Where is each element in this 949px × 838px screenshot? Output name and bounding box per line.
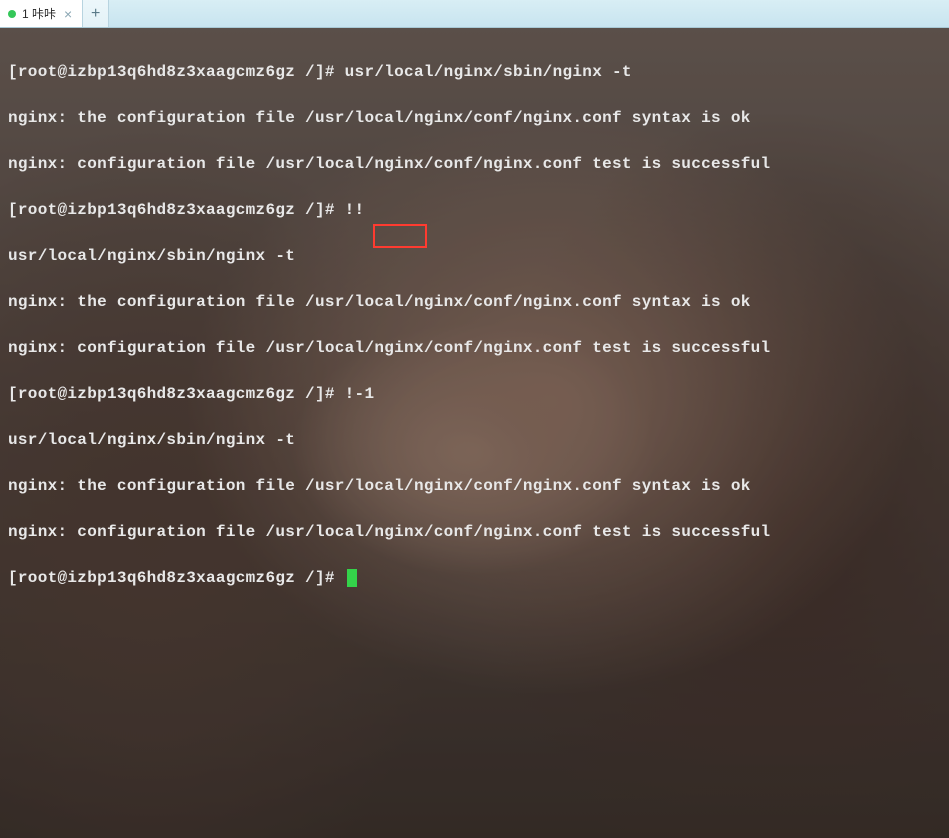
terminal-line: [root@izbp13q6hd8z3xaagcmz6gz /]# usr/lo…	[8, 61, 941, 84]
close-icon[interactable]: ×	[62, 7, 74, 21]
tab-bar: 1 咔咔 × +	[0, 0, 949, 28]
terminal-output: [root@izbp13q6hd8z3xaagcmz6gz /]# usr/lo…	[0, 28, 949, 646]
add-tab-button[interactable]: +	[83, 0, 109, 27]
terminal-pane[interactable]: [root@izbp13q6hd8z3xaagcmz6gz /]# usr/lo…	[0, 28, 949, 838]
terminal-line: nginx: configuration file /usr/local/ngi…	[8, 521, 941, 544]
terminal-line: nginx: the configuration file /usr/local…	[8, 291, 941, 314]
cursor-icon	[347, 569, 357, 587]
terminal-line: [root@izbp13q6hd8z3xaagcmz6gz /]# !-1	[8, 383, 941, 406]
terminal-line: usr/local/nginx/sbin/nginx -t	[8, 429, 941, 452]
terminal-line: nginx: configuration file /usr/local/ngi…	[8, 153, 941, 176]
terminal-line: [root@izbp13q6hd8z3xaagcmz6gz /]# !!	[8, 199, 941, 222]
terminal-prompt-line: [root@izbp13q6hd8z3xaagcmz6gz /]#	[8, 567, 941, 590]
app-window: 1 咔咔 × + [root@izbp13q6hd8z3xaagcmz6gz /…	[0, 0, 949, 838]
terminal-prompt-text: [root@izbp13q6hd8z3xaagcmz6gz /]#	[8, 569, 345, 587]
plus-icon: +	[91, 5, 101, 23]
tab-label: 1 咔咔	[22, 5, 56, 22]
terminal-line: usr/local/nginx/sbin/nginx -t	[8, 245, 941, 268]
terminal-line: nginx: configuration file /usr/local/ngi…	[8, 337, 941, 360]
status-dot-icon	[8, 10, 16, 18]
terminal-line: nginx: the configuration file /usr/local…	[8, 475, 941, 498]
terminal-line: nginx: the configuration file /usr/local…	[8, 107, 941, 130]
tab-session-1[interactable]: 1 咔咔 ×	[0, 0, 83, 27]
